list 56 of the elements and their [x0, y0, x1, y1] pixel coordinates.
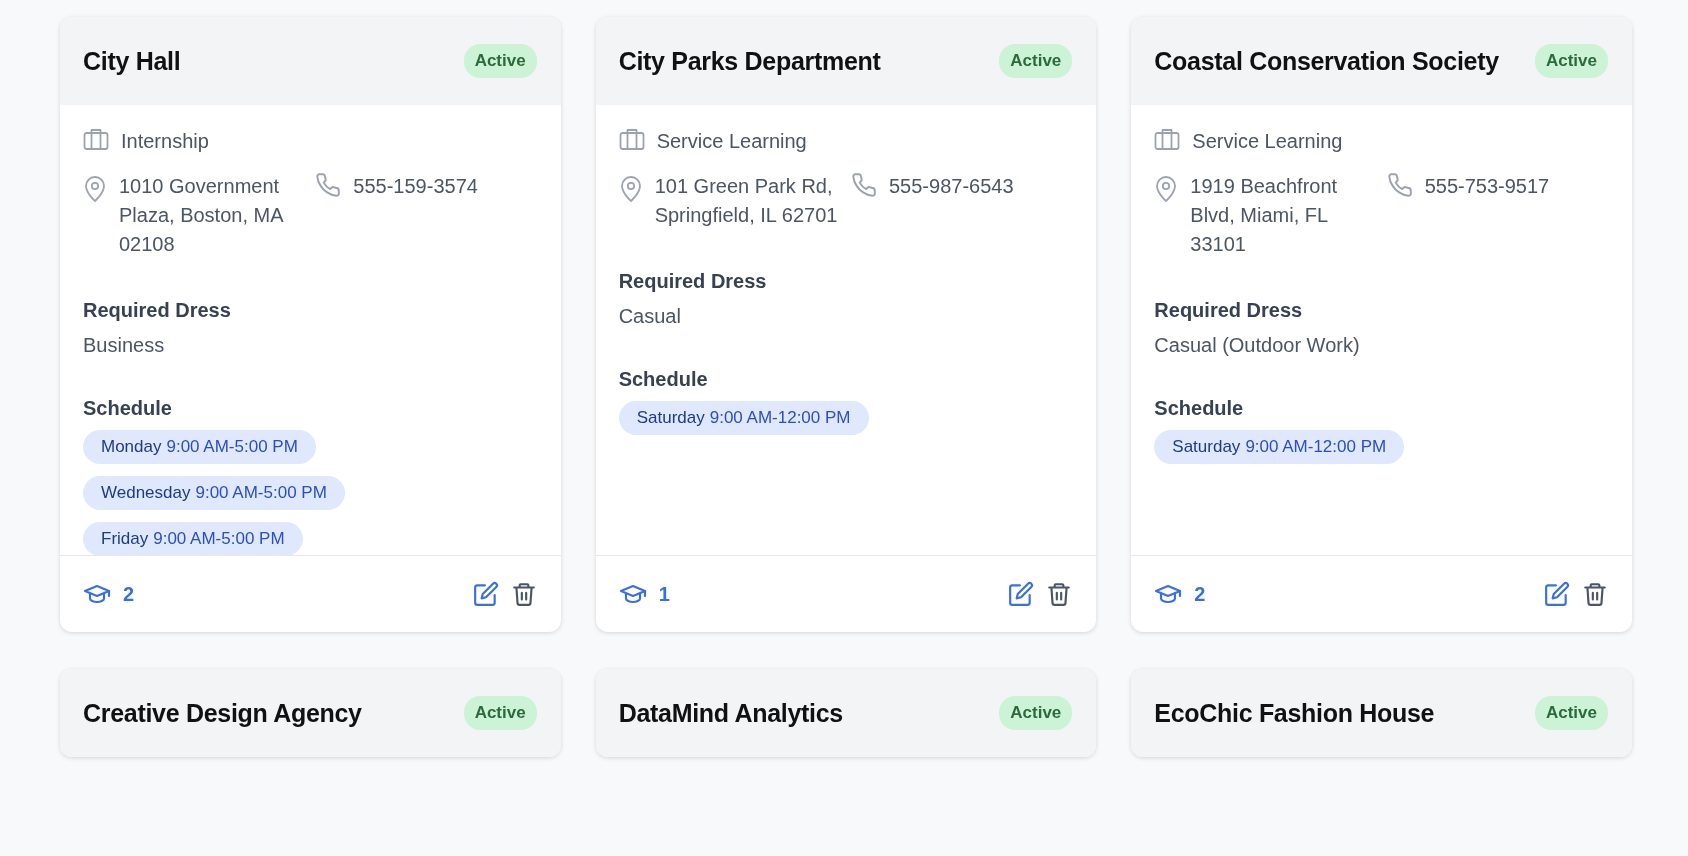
edit-button[interactable] — [1544, 581, 1570, 607]
delete-button[interactable] — [510, 581, 537, 607]
status-badge: Active — [463, 44, 537, 78]
dress-code-text: Business — [83, 334, 166, 357]
card-title: Creative Design Agency — [83, 698, 362, 728]
card-title: DataMind Analytics — [618, 698, 843, 728]
delete-button[interactable] — [1582, 581, 1608, 607]
phone-number: 555-987-6543 — [889, 174, 1014, 199]
card-title: City Hall — [83, 46, 181, 76]
card-title: City Parks Department — [618, 46, 881, 76]
phone-icon — [851, 172, 877, 198]
phone-number: 555-159-3574 — [353, 174, 478, 199]
status-badge: Active — [463, 696, 537, 730]
phone-icon — [1386, 172, 1413, 198]
placement-type: Service Learning — [1192, 129, 1343, 154]
status-badge: Active — [1534, 44, 1608, 78]
status-badge: Active — [999, 696, 1073, 730]
phone-icon — [315, 172, 342, 198]
section-label: Schedule — [618, 368, 709, 391]
briefcase-icon — [1154, 127, 1181, 151]
section-label: Schedule — [1154, 397, 1245, 420]
map-pin-icon — [618, 175, 643, 203]
card-title: Coastal Conservation Society — [1154, 46, 1499, 76]
schedule-chip: Monday 9:00 AM-5:00 PM — [83, 430, 316, 464]
card-title: EcoChic Fashion House — [1154, 698, 1435, 728]
map-pin-icon — [83, 175, 107, 203]
section-label: Required Dress — [618, 270, 768, 293]
map-pin-icon — [1154, 175, 1179, 203]
graduation-cap-icon — [1154, 583, 1183, 605]
section-label: Schedule — [83, 397, 173, 420]
placement-type: Service Learning — [656, 129, 807, 154]
dress-code-text: Casual — [618, 305, 682, 328]
briefcase-icon — [83, 127, 109, 151]
student-count: 1 — [658, 582, 670, 606]
edit-button[interactable] — [472, 581, 499, 607]
schedule-chip: Wednesday 9:00 AM-5:00 PM — [83, 476, 345, 510]
briefcase-icon — [618, 127, 645, 151]
dress-code-text: Casual (Outdoor Work) — [1154, 334, 1361, 357]
address-text: 101 Green Park Rd, Springfield, IL 62701 — [654, 174, 839, 228]
graduation-cap-icon — [618, 583, 647, 605]
section-label: Required Dress — [1154, 299, 1304, 322]
schedule-chip: Saturday 9:00 AM-12:00 PM — [618, 401, 869, 435]
placement-type: Internship — [121, 129, 209, 154]
status-badge: Active — [1534, 696, 1608, 730]
student-count: 2 — [1194, 582, 1206, 606]
student-count: 2 — [123, 582, 135, 606]
address-text: 1010 Government Plaza, Boston, MA 02108 — [119, 174, 284, 257]
edit-button[interactable] — [1008, 581, 1035, 607]
status-badge: Active — [999, 44, 1073, 78]
schedule-chip: Saturday 9:00 AM-12:00 PM — [1154, 430, 1405, 464]
schedule-chip: Friday 9:00 AM-5:00 PM — [83, 522, 303, 556]
delete-button[interactable] — [1046, 581, 1073, 607]
section-label: Required Dress — [83, 299, 232, 322]
graduation-cap-icon — [83, 583, 111, 605]
address-text: 1919 Beachfront Blvd, Miami, FL 33101 — [1190, 174, 1339, 257]
phone-number: 555-753-9517 — [1424, 174, 1550, 199]
